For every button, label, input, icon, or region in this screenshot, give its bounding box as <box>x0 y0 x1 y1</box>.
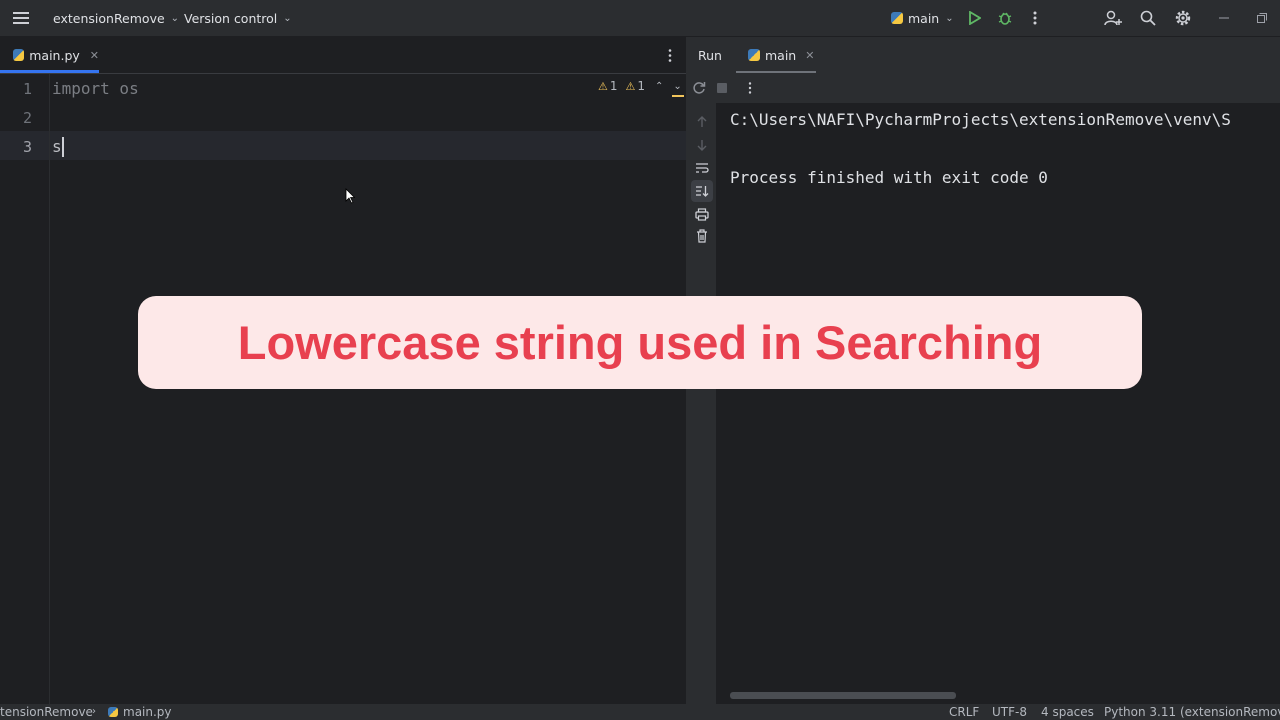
trash-icon[interactable] <box>694 228 710 244</box>
code-line[interactable]: import os <box>52 79 139 98</box>
arrow-up-icon[interactable] <box>694 114 710 130</box>
arrow-down-icon[interactable] <box>694 137 710 153</box>
vcs-label: Version control <box>184 10 278 26</box>
code-line[interactable]: s <box>52 137 62 156</box>
chevron-down-icon: ⌄ <box>945 12 954 24</box>
active-tab-indicator <box>0 70 99 73</box>
console-line: C:\Users\NAFI\PycharmProjects\extensionR… <box>730 110 1231 129</box>
chevron-up-icon[interactable]: ⌃ <box>655 81 663 92</box>
line-number-gutter: 1 2 3 <box>0 74 50 704</box>
file-encoding[interactable]: UTF-8 <box>992 704 1027 720</box>
soft-wrap-icon[interactable] <box>694 160 710 176</box>
tab-main-py[interactable]: main.py ✕ <box>0 37 99 73</box>
run-config-selector[interactable]: main ⌄ <box>891 0 954 36</box>
tab-run-main[interactable]: main ✕ <box>738 37 816 73</box>
line-separator[interactable]: CRLF <box>949 704 979 720</box>
caption-banner: Lowercase string used in Searching <box>138 296 1142 389</box>
python-interpreter[interactable]: Python 3.11 (extensionRemove) <box>1104 704 1280 720</box>
debug-icon[interactable] <box>996 9 1014 27</box>
python-file-icon <box>13 49 25 61</box>
rerun-icon[interactable] <box>691 80 707 96</box>
warning-icon: ⚠ <box>625 79 636 93</box>
chevron-down-icon: ⌄ <box>170 12 180 24</box>
inspection-widget[interactable]: ⚠ 1 ⚠ 1 ⌃ ⌄ <box>598 78 682 94</box>
title-bar: extensionRemove ⌄ Version control ⌄ main… <box>0 0 1280 37</box>
current-line-highlight <box>0 131 686 160</box>
indent-setting[interactable]: 4 spaces <box>1041 704 1094 720</box>
restore-icon[interactable] <box>1254 9 1270 27</box>
more-options-icon[interactable] <box>1026 9 1044 27</box>
python-file-icon <box>108 707 118 717</box>
close-tab-icon[interactable]: ✕ <box>805 49 814 62</box>
chevron-down-icon[interactable]: ⌄ <box>673 81 681 92</box>
scroll-to-end-icon[interactable] <box>691 180 713 202</box>
run-tool-window-header: Run main ✕ <box>688 37 1280 73</box>
status-bar: tensionRemove › main.py CRLF UTF-8 4 spa… <box>0 704 1280 720</box>
vcs-selector[interactable]: Version control ⌄ <box>184 0 292 36</box>
console-line: Process finished with exit code 0 <box>730 168 1048 187</box>
project-name: extensionRemove <box>53 10 165 26</box>
code-editor[interactable] <box>0 74 686 704</box>
run-toolbar <box>688 73 1280 103</box>
run-icon[interactable] <box>966 9 984 27</box>
line-number: 1 <box>22 80 32 98</box>
chevron-right-icon: › <box>92 706 96 717</box>
text-caret <box>62 137 64 157</box>
breadcrumb-file[interactable]: main.py <box>108 704 172 720</box>
stop-icon[interactable] <box>714 80 730 96</box>
editor-more-icon[interactable] <box>663 47 677 63</box>
scrollbar-warning-marker <box>672 95 684 97</box>
python-icon <box>748 49 760 61</box>
run-config-label: main <box>908 10 940 26</box>
python-icon <box>891 12 903 24</box>
warning-count: 1 <box>637 79 646 93</box>
run-title: Run <box>698 48 722 63</box>
more-options-icon[interactable] <box>744 80 756 96</box>
run-tab-label: main <box>765 47 797 63</box>
warning-count: 1 <box>609 79 618 93</box>
search-icon[interactable] <box>1139 9 1157 27</box>
editor-tab-bar: main.py ✕ <box>0 37 686 74</box>
tab-label: main.py <box>29 47 80 63</box>
project-selector[interactable]: extensionRemove ⌄ <box>53 0 179 36</box>
run-side-toolbar <box>688 103 716 704</box>
line-number: 3 <box>22 138 32 156</box>
minimize-icon[interactable] <box>1216 9 1232 27</box>
add-user-icon[interactable] <box>1103 9 1123 27</box>
chevron-down-icon: ⌄ <box>283 12 292 24</box>
mouse-pointer-icon <box>345 188 356 208</box>
settings-gear-icon[interactable] <box>1173 8 1193 28</box>
warning-icon: ⚠ <box>598 79 608 93</box>
breadcrumb-project[interactable]: tensionRemove <box>0 704 93 720</box>
console-output[interactable]: C:\Users\NAFI\PycharmProjects\extensionR… <box>716 103 1280 704</box>
print-icon[interactable] <box>694 206 710 222</box>
line-number: 2 <box>22 109 32 127</box>
hamburger-icon[interactable] <box>10 8 32 28</box>
close-tab-icon[interactable]: ✕ <box>90 49 99 62</box>
horizontal-scrollbar[interactable] <box>730 692 956 699</box>
breadcrumb-file-label: main.py <box>123 705 172 719</box>
caption-text: Lowercase string used in Searching <box>237 316 1043 369</box>
